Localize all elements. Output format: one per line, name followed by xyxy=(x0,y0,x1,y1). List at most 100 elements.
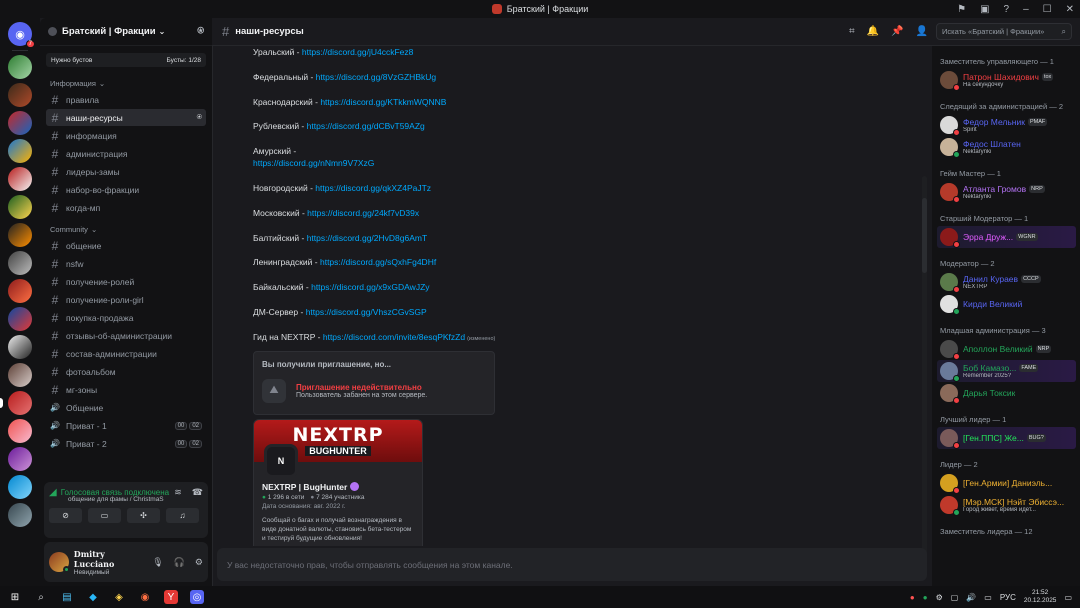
channel-community-2[interactable]: # получение-ролей xyxy=(46,273,206,290)
boost-bar[interactable]: Нужно бустов Бусты: 1/28 xyxy=(46,53,206,67)
members-icon[interactable]: 👤 xyxy=(916,26,928,37)
channel-info-5[interactable]: # набор-во-фракции xyxy=(46,181,206,198)
channel-community-0[interactable]: # общение xyxy=(46,237,206,254)
voice-channel-0[interactable]: 🔊 Общение xyxy=(46,399,206,416)
channel-info-6[interactable]: # когда-мп xyxy=(46,199,206,216)
help-icon[interactable]: ? xyxy=(1004,4,1010,15)
minimize-button[interactable]: – xyxy=(1023,4,1029,15)
server-icon-17[interactable] xyxy=(8,503,32,527)
notification-icon[interactable]: ▭ xyxy=(1064,593,1072,602)
member-item[interactable]: Кирди Великий xyxy=(940,293,1080,315)
pin-icon[interactable]: 📌 xyxy=(891,26,903,37)
channel-community-6[interactable]: # состав-администрации xyxy=(46,345,206,362)
server-header[interactable]: Братский | Фракции ⌄ ⍟ xyxy=(40,18,212,46)
invite-link[interactable]: https://discord.com/invite/8esqPKfzZd xyxy=(323,332,465,342)
invite-link[interactable]: https://discord.gg/8VzGZHBkUg xyxy=(316,72,436,82)
server-icon-2[interactable] xyxy=(8,83,32,107)
server-invite-card[interactable]: NEXTRP BUGHUNTER N NEXTRP | BugHunter ● 1 29… xyxy=(253,418,423,546)
tray-icon-2[interactable]: ● xyxy=(923,593,928,602)
member-item[interactable]: Данил Кураев CCCP NEXTRP xyxy=(940,271,1080,293)
server-icon-4[interactable] xyxy=(8,139,32,163)
voice-channel-2[interactable]: 🔊 Приват - 2 00 02 xyxy=(46,435,206,452)
threads-icon[interactable]: ⌗ xyxy=(849,26,855,37)
scrollbar-thumb[interactable] xyxy=(922,198,927,273)
avatar[interactable] xyxy=(49,552,70,573)
flag-icon[interactable]: ⚑ xyxy=(957,4,966,15)
yandex-browser-icon[interactable]: Y xyxy=(164,590,178,604)
screen-share-icon[interactable]: ▣ xyxy=(980,4,989,15)
member-item[interactable]: Атланта Громов NRP Nektarynki xyxy=(940,181,1080,203)
python-icon[interactable]: ◈ xyxy=(112,590,126,604)
member-item[interactable]: Федор Мельник PMAF Spirit xyxy=(940,114,1080,136)
channel-info-4[interactable]: # лидеры-замы xyxy=(46,163,206,180)
channel-community-5[interactable]: # отзывы-об-администрации xyxy=(46,327,206,344)
add-member-icon[interactable]: ⍟ xyxy=(197,112,202,123)
discord-taskbar-icon[interactable]: ◎ xyxy=(190,590,204,604)
member-item[interactable]: Боб Камазо... FAME Remember 2025? xyxy=(937,360,1076,382)
member-item[interactable]: Федос Шлатен Nektarynki xyxy=(940,136,1080,158)
server-icon-11[interactable] xyxy=(8,335,32,359)
server-icon-9[interactable] xyxy=(8,279,32,303)
server-icon-3[interactable] xyxy=(8,111,32,135)
headphones-icon[interactable]: 🎧 xyxy=(174,557,185,568)
invite-link[interactable]: https://discord.gg/nNmn9V7XzG xyxy=(253,158,374,168)
category-info[interactable]: Информация ⌄ xyxy=(40,71,212,90)
server-icon-13[interactable] xyxy=(0,391,32,415)
server-icon-15[interactable] xyxy=(8,447,32,471)
add-user-icon[interactable]: ⍟ xyxy=(197,25,204,38)
server-icon-5[interactable] xyxy=(8,167,32,191)
soundboard-button[interactable]: ♫ xyxy=(166,508,199,523)
member-item[interactable]: [Мэр.МСК] Нэйт Эбиссэ... Город живет, вре… xyxy=(940,494,1080,516)
file-explorer-icon[interactable]: ▤ xyxy=(60,590,74,604)
windows-start-icon[interactable]: ⊞ xyxy=(8,590,22,604)
invite-link[interactable]: https://discord.gg/KTkkmWQNNB xyxy=(320,97,446,107)
member-item[interactable]: Дарья Токсик xyxy=(940,382,1080,404)
server-icon-10[interactable] xyxy=(8,307,32,331)
channel-info-0[interactable]: # правила xyxy=(46,91,206,108)
server-icon-6[interactable] xyxy=(8,195,32,219)
channel-info-2[interactable]: # информация xyxy=(46,127,206,144)
channel-community-1[interactable]: # nsfw xyxy=(46,255,206,272)
bell-icon[interactable]: 🔔 xyxy=(867,26,879,37)
server-icon-7[interactable] xyxy=(8,223,32,247)
server-icon-8[interactable] xyxy=(8,251,32,275)
maximize-button[interactable]: ☐ xyxy=(1043,4,1052,15)
network-icon[interactable]: ▭ xyxy=(984,593,992,602)
invite-link[interactable]: https://discord.gg/2HvD8g6AmT xyxy=(307,233,427,243)
disconnect-icon[interactable]: ☎ xyxy=(192,487,203,498)
member-item[interactable]: Эрра Друж... WGNR xyxy=(937,226,1076,248)
gear-icon[interactable]: ⚙ xyxy=(195,557,203,568)
member-item[interactable]: [Ген.ППС] Же... BUG? xyxy=(937,427,1076,449)
server-icon-1[interactable] xyxy=(8,55,32,79)
server-icon-16[interactable] xyxy=(8,475,32,499)
channel-community-3[interactable]: # получение-роли-girl xyxy=(46,291,206,308)
signal-icon[interactable]: ◢ xyxy=(49,487,57,498)
noise-suppression-icon[interactable]: ≋ xyxy=(174,487,182,498)
channel-community-7[interactable]: # фотоальбом xyxy=(46,363,206,380)
language-indicator[interactable]: РУС xyxy=(1000,593,1016,602)
invite-link[interactable]: https://discord.gg/jU4cckFez8 xyxy=(302,47,414,57)
activities-button[interactable]: ✣ xyxy=(127,508,160,523)
yandex-tray-icon[interactable]: ● xyxy=(910,593,915,602)
channel-info-3[interactable]: # администрация xyxy=(46,145,206,162)
invite-link[interactable]: https://discord.gg/dCBvT59AZg xyxy=(307,121,425,131)
invite-link[interactable]: https://discord.gg/qkXZ4PaJTz xyxy=(315,183,431,193)
vscode-icon[interactable]: ◆ xyxy=(86,590,100,604)
invite-link[interactable]: https://discord.gg/sQxhFg4DHf xyxy=(320,257,436,267)
tray-icon-4[interactable]: ▢ xyxy=(951,593,959,602)
microphone-icon[interactable]: 🎙 xyxy=(152,557,163,568)
member-item[interactable]: Патрон Шахидович tox На секундочку xyxy=(940,69,1080,91)
chrome-icon[interactable]: ◉ xyxy=(138,590,152,604)
member-item[interactable]: [Ген.Армии] Даниэль... xyxy=(940,472,1080,494)
invite-link[interactable]: https://discord.gg/24kf7vD39x xyxy=(307,208,419,218)
discord-home-icon[interactable]: ◉ 7 xyxy=(8,22,35,48)
close-button[interactable]: ✕ xyxy=(1066,4,1074,15)
server-icon-12[interactable] xyxy=(8,363,32,387)
invite-link[interactable]: https://discord.gg/VhszCGvSGP xyxy=(306,307,427,317)
channel-community-8[interactable]: # мг-зоны xyxy=(46,381,206,398)
clock[interactable]: 21:52 20.12.2025 xyxy=(1024,589,1057,605)
member-item[interactable]: Аполлон Великий NRP xyxy=(940,338,1080,360)
category-community[interactable]: Community ⌄ xyxy=(40,217,212,236)
voice-channel-1[interactable]: 🔊 Приват - 1 00 02 xyxy=(46,417,206,434)
volume-icon[interactable]: 🔊 xyxy=(966,593,976,602)
